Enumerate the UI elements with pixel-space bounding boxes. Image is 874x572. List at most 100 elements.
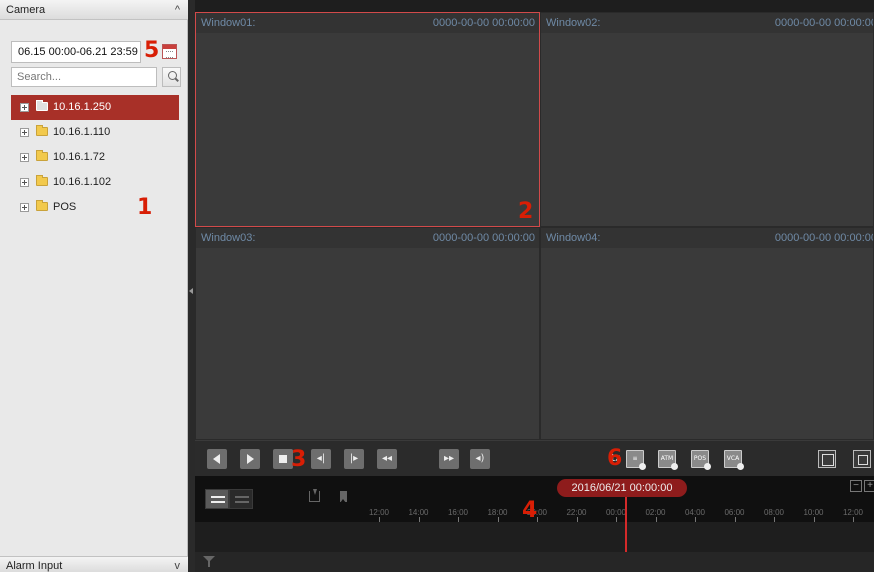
expand-icon[interactable] [20,103,29,112]
window-timestamp: 0000-00-00 00:00:00 [432,232,535,244]
bookmark-icon[interactable] [340,491,347,503]
video-window-4[interactable]: Window04: 0000-00-00 00:00:00 [540,227,874,440]
add-badge-icon [639,463,646,470]
add-badge-icon [704,463,711,470]
callout-3: 3 [291,447,307,472]
search-icon[interactable] [162,67,181,87]
tree-item-pos[interactable]: POS [11,195,179,220]
frame-back-icon: ◂| [316,453,326,464]
frame-forward-button[interactable]: |▸ [344,449,364,469]
callout-2: 2 [518,199,534,224]
search-row [11,67,181,87]
timeline-mode-a-button[interactable] [205,489,229,509]
add-badge-icon [737,463,744,470]
tree-item-10-16-1-72[interactable]: 10.16.1.72 [11,145,179,170]
date-range-row: 06.15 00:00-06.21 23:59 5 [11,38,179,63]
stop-button[interactable] [273,449,293,469]
tree-item-10-16-1-102[interactable]: 10.16.1.102 [11,170,179,195]
camera-header-label: Camera [6,4,46,16]
fullscreen-icon[interactable] [853,450,871,468]
current-date-display: 2016/06/21 00:00:00 [557,479,687,497]
app-root: Camera ^ 06.15 00:00-06.21 23:59 5 10.16… [0,0,874,572]
expand-chevron-icon[interactable]: v [175,557,181,572]
tree-item-label: POS [53,201,77,213]
window-title-bar: Window04: 0000-00-00 00:00:00 [541,228,873,248]
timeline-tick-label: 16:00 [447,508,469,517]
atm-file-icon[interactable]: ATM [658,450,678,470]
calendar-icon[interactable] [162,44,177,59]
frame-forward-icon: |▸ [349,453,359,464]
play-icon [247,454,254,464]
window-layout-icon[interactable] [818,450,836,468]
collapse-arrow-icon[interactable] [189,288,193,294]
timeline-tick-label: 08:00 [763,508,785,517]
window-title-bar: Window01: 0000-00-00 00:00:00 [196,13,539,33]
expand-icon[interactable] [20,153,29,162]
tree-item-10-16-1-110[interactable]: 10.16.1.110 [11,120,179,145]
expand-icon[interactable] [20,203,29,212]
play-button[interactable] [240,449,260,469]
date-range-field[interactable]: 06.15 00:00-06.21 23:59 [11,41,141,63]
timeline-tick-label: 10:00 [803,508,824,517]
camera-tree: 10.16.1.250 10.16.1.110 10.16.1.72 10.16… [11,95,179,220]
callout-1: 1 [137,195,153,220]
timeline-cursor[interactable] [625,497,627,552]
zoom-out-button[interactable]: − [850,480,862,492]
window-timestamp: 0000-00-00 00:00:00 [774,232,873,244]
timeline-mode-b-button[interactable] [229,489,253,509]
left-panel: Camera ^ 06.15 00:00-06.21 23:59 5 10.16… [0,0,188,572]
expand-icon[interactable] [20,128,29,137]
window-title: Window02: [546,17,601,29]
video-window-3[interactable]: Window03: 0000-00-00 00:00:00 [195,227,540,440]
collapse-chevron-icon[interactable]: ^ [175,0,180,20]
filter-icon[interactable] [203,556,215,567]
window-title-bar: Window03: 0000-00-00 00:00:00 [196,228,539,248]
timeline-tick-label: 14:00 [408,508,429,517]
zoom-in-button[interactable]: + [864,480,874,492]
tree-item-label: 10.16.1.250 [53,101,112,113]
file-list-label: ≡ [632,455,638,462]
rewind-icon: ◂◂ [381,453,393,464]
slow-down-button[interactable]: ◂◂ [377,449,397,469]
playback-toolbar: 3 ◂| |▸ ◂◂ 1x ▸▸ ◂) 6 ≡ ATM POS VCA [195,440,874,476]
pos-file-icon[interactable]: POS [691,450,711,470]
window-title: Window04: [546,232,601,244]
fast-forward-icon: ▸▸ [443,453,455,464]
video-window-1[interactable]: Window01: 0000-00-00 00:00:00 2 [195,12,540,227]
camera-panel-header[interactable]: Camera ^ [0,0,188,20]
tree-item-label: 10.16.1.110 [53,126,111,138]
callout-5: 5 [144,38,160,63]
panel-splitter[interactable] [188,0,195,572]
timeline: 2016/06/21 00:00:00 − + 12:00 14:00 16:00 1… [195,476,874,572]
timeline-track[interactable] [195,522,874,552]
window-title: Window03: [201,232,256,244]
timeline-tick-label: 06:00 [724,508,745,517]
tree-item-10-16-1-250[interactable]: 10.16.1.250 [11,95,179,120]
speed-up-button[interactable]: ▸▸ [439,449,459,469]
file-list-icon[interactable]: ≡ [626,450,646,470]
callout-6: 6 [607,446,623,471]
folder-icon [36,125,48,136]
folder-icon [36,150,48,161]
frame-back-button[interactable]: ◂| [311,449,331,469]
window-title: Window01: [201,17,256,29]
folder-icon [36,200,48,211]
tree-item-label: 10.16.1.72 [53,151,105,163]
timeline-tick-label: 22:00 [566,508,587,517]
download-icon[interactable] [309,489,320,502]
audio-button[interactable]: ◂) [470,449,490,469]
video-window-2[interactable]: Window02: 0000-00-00 00:00:00 [540,12,874,227]
vca-file-icon[interactable]: VCA [724,450,744,470]
pos-label: POS [693,455,707,462]
window-title-bar: Window02: 0000-00-00 00:00:00 [541,13,873,33]
folder-icon [36,100,48,111]
timeline-tick-label: 12:00 [842,508,864,517]
window-timestamp: 0000-00-00 00:00:00 [774,17,873,29]
reverse-icon [213,454,220,464]
alarm-header-label: Alarm Input [6,560,63,572]
expand-icon[interactable] [20,178,29,187]
alarm-input-panel-header[interactable]: Alarm Input v [0,556,188,572]
search-input[interactable] [11,67,157,87]
reverse-play-button[interactable] [207,449,227,469]
timeline-mode-toggle [205,489,255,509]
